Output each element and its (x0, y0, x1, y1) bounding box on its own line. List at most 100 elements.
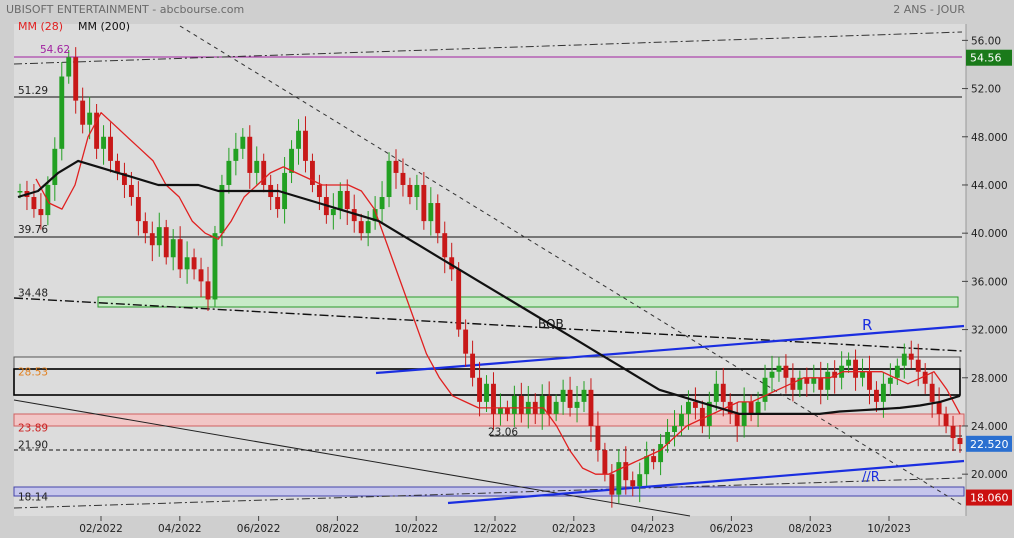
candle-body (637, 474, 643, 487)
candle-body (128, 184, 134, 198)
candle-body (762, 377, 768, 402)
price-badge-label: 22.520 (970, 438, 1009, 451)
candle-body (804, 377, 810, 384)
candle-body (874, 389, 879, 402)
level-label: 18.14 (18, 492, 48, 504)
legend-ma28: MM (28) (18, 20, 63, 33)
candle-body (748, 401, 754, 414)
candle-body (734, 413, 740, 426)
candle-body (957, 438, 963, 445)
candle-body (205, 281, 211, 300)
candle-body (651, 456, 657, 463)
candle-body (156, 227, 162, 246)
annotation-parallel-r: //R (862, 470, 880, 485)
candle-body (240, 136, 246, 149)
candle-body (282, 172, 288, 210)
level-label: 21.90 (18, 439, 48, 451)
y-tick-label: 56.00 (971, 35, 1001, 47)
candle-body (163, 227, 169, 258)
level-label: 54.62 (40, 44, 70, 56)
candle-body (880, 383, 886, 402)
candle-body (915, 359, 921, 372)
x-tick-label: 08/2022 (316, 523, 360, 535)
y-tick-label: 48.000 (971, 132, 1008, 144)
candle-body (456, 269, 462, 330)
candle-body (511, 395, 517, 414)
candle-body (498, 407, 503, 414)
x-tick-label: 10/2022 (394, 523, 438, 535)
candle-body (52, 148, 58, 185)
candle-body (73, 57, 79, 101)
candle-body (177, 239, 183, 270)
chart-root: UBISOFT ENTERTAINMENT - abcbourse.com 2 … (0, 0, 1014, 538)
candle-body (853, 359, 858, 378)
candle-body (825, 371, 831, 390)
candle-body (247, 136, 253, 173)
candle-body (818, 377, 824, 390)
price-badge-label: 54.56 (970, 52, 1002, 65)
candle-body (504, 407, 510, 414)
y-tick-label: 44.000 (971, 180, 1008, 192)
zone-28 (13, 356, 961, 370)
x-tick-label: 08/2023 (788, 523, 832, 535)
y-tick-label: 20.000 (971, 469, 1008, 481)
candle-body (400, 172, 406, 185)
candle-body (428, 203, 434, 222)
candle-body (811, 377, 817, 384)
candle-body (66, 57, 72, 77)
candle-body (212, 233, 218, 300)
candle-body (435, 203, 441, 234)
candle-body (80, 100, 86, 125)
candle-body (233, 148, 239, 161)
candle-body (470, 353, 476, 378)
price-badge-label: 18.060 (970, 492, 1009, 505)
y-tick-label: 52.00 (971, 84, 1001, 96)
candle-body (539, 395, 545, 414)
candle-body (170, 239, 176, 258)
candle-body (142, 221, 148, 234)
candle-body (226, 160, 232, 185)
candle-body (303, 130, 308, 161)
candle-body (553, 401, 559, 414)
candle-body (365, 221, 371, 234)
y-tick-label: 40.000 (971, 228, 1008, 240)
candle-body (87, 112, 93, 125)
candle-body (943, 413, 949, 426)
candle-body (950, 425, 956, 439)
y-tick-label: 32.000 (971, 325, 1008, 337)
plot-area (14, 24, 966, 516)
y-tick-label: 24.000 (971, 421, 1008, 433)
candle-body (846, 359, 852, 366)
x-tick-label: 04/2022 (158, 523, 202, 535)
candle-body (574, 401, 580, 408)
candle-body (560, 389, 566, 402)
candle-body (720, 383, 726, 402)
candle-body (379, 197, 385, 210)
candle-body (769, 371, 775, 378)
candle-body (546, 395, 552, 414)
candle-body (692, 401, 698, 408)
legend-ma200: MM (200) (78, 20, 130, 33)
candle-body (776, 365, 782, 372)
zone-34 (97, 296, 959, 308)
candle-body (344, 190, 350, 210)
candle-body (316, 184, 322, 198)
candle-body (602, 450, 608, 475)
candle-body (101, 136, 106, 149)
candle-body (421, 184, 427, 222)
annotation-r: R (862, 316, 872, 334)
candle-body (783, 365, 789, 378)
candle-body (477, 377, 482, 402)
level-label: 51.29 (18, 85, 48, 97)
y-tick-label: 28.000 (971, 373, 1008, 385)
candle-body (860, 371, 865, 378)
candle-body (588, 389, 594, 426)
level-label: 34.48 (18, 288, 48, 300)
candle-body (38, 209, 44, 216)
candle-body (17, 190, 23, 193)
candle-body (609, 474, 615, 495)
candle-body (275, 197, 281, 210)
candle-body (491, 383, 496, 414)
candle-body (108, 136, 113, 161)
x-tick-label: 04/2023 (631, 523, 675, 535)
